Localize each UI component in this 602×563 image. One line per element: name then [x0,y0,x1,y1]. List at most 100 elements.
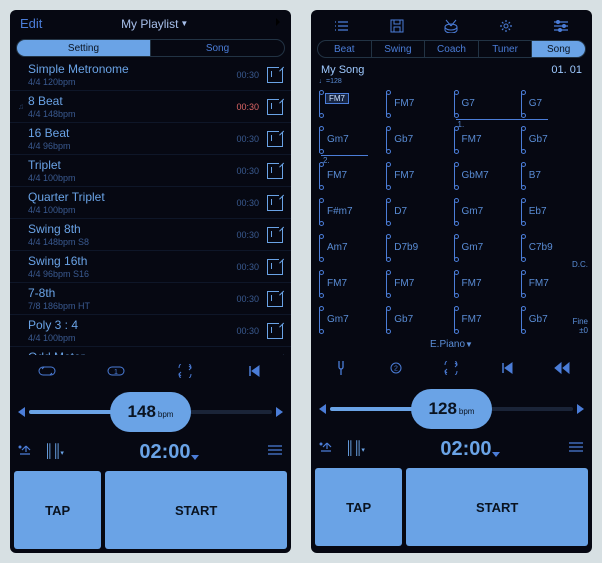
chord-cell[interactable]: FM7 [519,265,586,301]
tab-setting[interactable]: Setting [16,39,151,57]
tempo-down-icon[interactable] [319,404,326,414]
list-item[interactable]: Poly 3 : 44/4 100bpm00:30 [10,315,291,347]
edit-icon[interactable] [267,291,283,307]
chord-cell[interactable]: G7 [452,85,519,121]
save-icon[interactable] [387,18,407,34]
sliders-icon[interactable] [568,440,584,458]
loop-all-icon[interactable] [37,364,57,378]
chord-cell[interactable]: FM7 [384,265,451,301]
list-item[interactable]: Triplet4/4 100bpm00:30 [10,155,291,187]
chord-cell[interactable]: GbM7 [452,157,519,193]
start-button[interactable]: START [105,471,287,549]
forward-icon[interactable] [267,16,281,31]
chord-cell[interactable]: FM7 [452,301,519,337]
edit-icon[interactable] [267,163,283,179]
chord-cell[interactable]: B7 [519,157,586,193]
edit-icon[interactable] [267,323,283,339]
chord-cell[interactable]: FM7 [317,85,384,121]
chord-cell[interactable]: G7 [519,85,586,121]
edit-icon[interactable] [267,259,283,275]
loop-one-icon[interactable]: 1 [106,364,126,378]
edit-icon[interactable] [267,195,283,211]
chord-cell[interactable]: FM7 [384,85,451,121]
loop-section-icon[interactable]: 2 [386,361,406,375]
edit-icon[interactable] [267,355,283,356]
chord-cell[interactable]: FM7 [452,265,519,301]
playlist-title[interactable]: My Playlist ▼ [121,17,188,31]
edit-icon[interactable] [267,67,283,83]
chord-name: Am7 [327,242,348,253]
edit-icon[interactable] [267,99,283,115]
shuffle-icon[interactable] [175,364,195,378]
list-item[interactable]: Quarter Triplet4/4 100bpm00:30 [10,187,291,219]
list-item[interactable]: Odd Meter7/8 105bpm [10,347,291,355]
chord-cell[interactable]: Gb7 [519,121,586,157]
barline-icon [521,163,527,189]
settings-icon[interactable] [496,18,516,34]
chord-cell[interactable]: D7 [384,193,451,229]
chord-cell[interactable]: D7b9 [384,229,451,265]
list-item[interactable]: 16 Beat4/4 96bpm00:30 [10,123,291,155]
chord-cell[interactable]: FM71. [452,121,519,157]
chord-cell[interactable]: C7b9D.C. [519,229,586,265]
chord-cell[interactable]: F#m7 [317,193,384,229]
barline-icon [454,199,460,225]
bars-icon[interactable]: ║║▾ [345,440,364,459]
list-icon[interactable] [332,18,352,34]
list-item[interactable]: 7-8th7/8 186bpm HT00:30 [10,283,291,315]
repeat-icon[interactable] [441,361,461,375]
mixer-icon[interactable] [551,18,571,34]
chord-name: Gb7 [394,134,413,145]
tempo-up-icon[interactable] [276,407,283,417]
queue-icon[interactable] [319,440,335,459]
tab-song[interactable]: Song [531,40,586,58]
list-item[interactable]: ♫8 Beat4/4 148bpm00:30 [10,91,291,123]
tuning-fork-icon[interactable] [331,360,351,376]
chord-cell[interactable]: Gm7 [452,229,519,265]
tab-swing[interactable]: Swing [371,40,426,58]
chord-cell[interactable]: FM7 [317,265,384,301]
instrument-select[interactable]: E.Piano▼ [311,337,592,352]
barline-icon [521,235,527,261]
bpm-display[interactable]: 128 bpm [411,389,493,429]
barline-icon [386,271,392,297]
list-item[interactable]: Simple Metronome4/4 120bpm00:30 [10,59,291,91]
prev-track-icon[interactable] [244,364,264,378]
tap-button[interactable]: TAP [315,468,402,546]
tempo-marking: ♩=128 [311,78,592,85]
start-button[interactable]: START [406,468,588,546]
tempo-down-icon[interactable] [18,407,25,417]
tab-beat[interactable]: Beat [317,40,372,58]
edit-icon[interactable] [267,131,283,147]
chord-name: D7 [394,206,407,217]
edit-icon[interactable] [267,227,283,243]
tab-coach[interactable]: Coach [424,40,479,58]
chord-cell[interactable]: Gb7 [384,121,451,157]
sliders-icon[interactable] [267,443,283,461]
tab-tuner[interactable]: Tuner [478,40,533,58]
bpm-display[interactable]: 148 bpm [110,392,192,432]
chord-cell[interactable]: FM7 [384,157,451,193]
drum-icon[interactable] [441,18,461,34]
tap-button[interactable]: TAP [14,471,101,549]
edit-button[interactable]: Edit [20,16,42,31]
skip-back-icon[interactable] [497,361,517,375]
timer-display[interactable]: 02:00 [440,438,491,461]
chord-cell[interactable]: Gb7 [384,301,451,337]
timer-display[interactable]: 02:00 [139,441,190,464]
chord-cell[interactable]: FM72. [317,157,384,193]
list-item[interactable]: Swing 16th4/4 96bpm S1600:30 [10,251,291,283]
bars-icon[interactable]: ║║▾ [44,443,63,462]
chord-cell[interactable]: Am7 [317,229,384,265]
rewind-icon[interactable] [552,361,572,375]
tempo-up-icon[interactable] [577,404,584,414]
list-item[interactable]: Swing 8th4/4 148bpm S800:30 [10,219,291,251]
queue-icon[interactable] [18,443,34,462]
item-sub: 4/4 100bpm [28,205,236,215]
chord-cell[interactable]: Gm7 [317,301,384,337]
chord-cell[interactable]: Gm7 [452,193,519,229]
chord-sheet[interactable]: ♩=128 FM7FM7G7G7Gm7Gb7FM71.Gb7FM72.FM7Gb… [311,76,592,337]
chord-cell[interactable]: Gm7 [317,121,384,157]
tab-song[interactable]: Song [150,39,285,57]
chord-cell[interactable]: Eb7 [519,193,586,229]
